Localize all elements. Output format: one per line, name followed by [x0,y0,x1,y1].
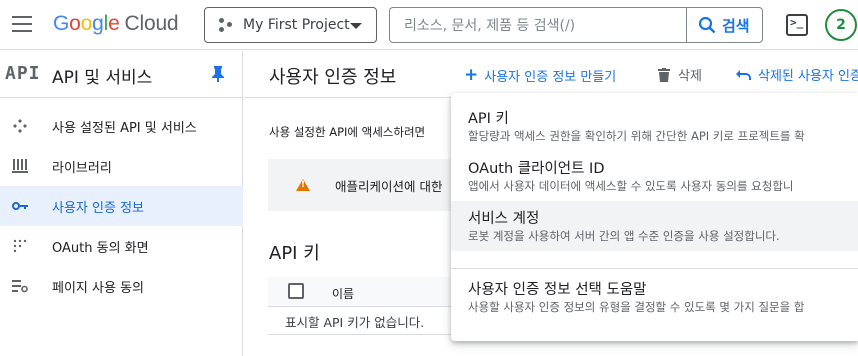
trash-icon [658,67,670,82]
sidebar-item-library[interactable]: 라이브러리 [0,146,243,186]
create-credentials-menu: API 키 할당량과 액세스 권한을 확인하기 위해 간단한 API 키로 프로… [451,93,858,341]
create-credentials-label: 사용자 인증 정보 만들기 [484,69,617,85]
warning-banner: 애플리케이션에 대한 [268,159,468,211]
logo-google: Google [53,12,120,35]
sidebar-item-label: 페이지 사용 동의 [52,280,144,296]
sidebar-item-oauth-consent[interactable]: OAuth 동의 화면 [0,226,243,266]
sidebar-item-label: 사용자 인증 정보 [52,200,144,216]
table-empty-message: 표시할 API 키가 없습니다. [285,315,425,330]
consent-dots-icon [10,236,30,256]
project-selector[interactable]: My First Project [204,7,377,43]
menu-item-title: OAuth 클라이언트 ID [468,161,605,177]
sidebar-item-label: OAuth 동의 화면 [52,240,149,256]
top-app-bar: Google Cloud My First Project 리소스, 문서, 제품… [0,0,858,50]
key-icon [10,196,30,216]
restore-deleted-credentials-button[interactable]: 삭제된 사용자 인증 [736,65,858,84]
main-header: 사용자 인증 정보 + 사용자 인증 정보 만들기 삭제 삭제된 사용자 인증 [244,51,858,98]
search-button-label: 검색 [722,16,750,35]
avatar[interactable]: 2 [825,9,857,41]
warning-text: 애플리케이션에 대한 [335,179,443,194]
plus-icon: + [464,65,479,85]
sidebar-item-credentials[interactable]: 사용자 인증 정보 [0,186,243,226]
menu-item-oauth-client-id[interactable]: OAuth 클라이언트 ID 앱에서 사용자 데이터에 액세스할 수 있도록 사… [451,151,858,201]
search-icon [698,16,716,34]
table-divider [268,334,468,335]
page-title: 사용자 인증 정보 [269,67,397,88]
restore-label: 삭제된 사용자 인증 [758,69,858,84]
chevron-down-icon [350,23,362,29]
sidebar-item-enabled-apis[interactable]: 사용 설정된 API 및 서비스 [0,106,243,146]
cloud-shell-icon[interactable] [786,14,808,36]
search-button[interactable]: 검색 [686,7,763,43]
undo-icon [736,69,751,80]
create-credentials-button[interactable]: + 사용자 인증 정보 만들기 [464,65,616,85]
search-input[interactable]: 리소스, 문서, 제품 등 검색(/) [389,7,687,43]
menu-item-title: API 키 [468,111,509,127]
sidebar-header: API API 및 서비스 [0,51,243,98]
menu-item-api-key[interactable]: API 키 할당량과 액세스 권한을 확인하기 위해 간단한 API 키로 프로… [451,101,858,151]
api-diamond-icon [10,116,30,136]
column-header-name[interactable]: 이름 [332,285,354,302]
menu-item-service-account[interactable]: 서비스 계정 로봇 계정을 사용하여 서버 간의 앱 수준 인증을 사용 설정합… [451,201,858,251]
menu-icon[interactable] [12,16,32,32]
menu-item-description: 로봇 계정을 사용하여 서버 간의 앱 수준 인증을 사용 설정합니다. [468,229,780,243]
warning-icon [296,179,310,191]
menu-item-help-me-choose[interactable]: 사용자 인증 정보 선택 도움말 사용할 사용자 인증 정보의 유형을 결정할 … [451,272,858,322]
menu-item-description: 사용할 사용자 인증 정보의 유형을 결정할 수 있도록 몇 가지 질문을 합 [468,300,805,314]
library-icon [10,156,30,176]
menu-item-description: 할당량과 액세스 권한을 확인하기 위해 간단한 API 키로 프로젝트를 확 [468,129,805,143]
sidebar-item-page-usage-agreement[interactable]: 페이지 사용 동의 [0,266,243,306]
table-header: 이름 [268,277,468,307]
project-dots-icon [219,18,233,32]
settings-list-icon [10,276,30,296]
sidebar-title: API 및 서비스 [52,68,153,88]
menu-divider [451,268,858,269]
sidebar: API API 및 서비스 사용 설정된 API 및 서비스 라이브러리 사용자… [0,51,243,356]
sidebar-item-label: 라이브러리 [52,160,112,176]
menu-item-description: 앱에서 사용자 데이터에 액세스할 수 있도록 사용자 동의를 요청합니 [468,179,794,193]
pin-icon[interactable] [212,66,224,82]
project-name: My First Project [243,17,350,33]
menu-item-title: 사용자 인증 정보 선택 도움말 [468,282,647,298]
delete-button[interactable]: 삭제 [658,65,702,84]
page-description: 사용 설정한 API에 액세스하려면 [269,125,426,139]
sidebar-item-label: 사용 설정된 API 및 서비스 [52,120,197,136]
api-logo: API [5,63,41,84]
menu-item-title: 서비스 계정 [468,211,540,227]
google-cloud-logo[interactable]: Google Cloud [53,12,179,36]
api-keys-section-title: API 키 [269,243,320,264]
delete-label: 삭제 [678,69,702,84]
logo-cloud: Cloud [124,12,179,35]
select-all-checkbox[interactable] [288,283,304,299]
